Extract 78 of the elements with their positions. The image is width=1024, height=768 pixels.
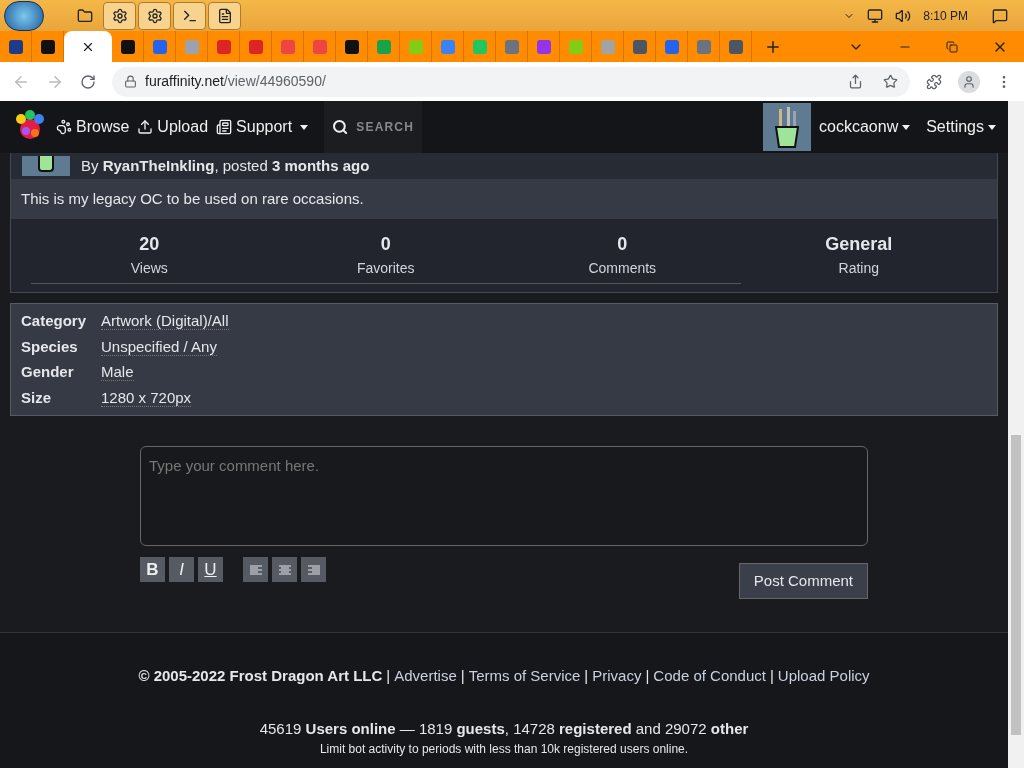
settings-menu[interactable]: Settings [926, 115, 996, 139]
info-value[interactable]: Artwork (Digital)/All [101, 312, 229, 330]
separator: | [645, 667, 650, 684]
align-button[interactable] [243, 557, 268, 582]
footer-link[interactable]: Terms of Service [468, 667, 581, 684]
info-label: Category [21, 311, 88, 331]
align-button[interactable] [272, 557, 297, 582]
stat-label: Views [130, 259, 168, 278]
users-online: 45619 Users online — 1819 guests, 14728 registered and 29072 other [259, 718, 749, 739]
start-button[interactable] [4, 0, 44, 31]
copyright: © 2005-2022 Frost Dragon Art LLC [138, 667, 383, 684]
folder-icon [76, 7, 93, 24]
footer-link[interactable]: Advertise [394, 667, 457, 684]
byline: By RyanTheInkling, posted 3 months ago [81, 155, 370, 176]
stat-label: Favorites [356, 259, 415, 278]
stat-value: 20 [139, 233, 160, 256]
taskbar-app[interactable] [138, 1, 171, 30]
avatar-icon[interactable] [763, 103, 812, 151]
paw-icon [56, 119, 72, 135]
extensions-icon[interactable] [926, 73, 942, 90]
nav-link[interactable]: Upload [137, 115, 209, 139]
bold-button[interactable]: B [140, 557, 165, 582]
reload-icon[interactable] [80, 73, 96, 90]
gear-icon [111, 7, 128, 24]
search-icon [332, 117, 349, 137]
network-icon[interactable] [867, 7, 884, 24]
nav-link[interactable]: Support [216, 115, 309, 139]
stat-value: 0 [617, 233, 628, 256]
artist-avatar-icon[interactable] [22, 156, 70, 176]
profile-icon[interactable] [958, 70, 980, 93]
stat-value: 0 [380, 233, 391, 256]
info-label: Size [21, 387, 52, 408]
align-icon [306, 564, 321, 575]
footer-link[interactable]: Upload Policy [777, 667, 870, 684]
lock-icon [124, 75, 137, 88]
separator: | [460, 667, 465, 684]
bookmark-star-icon[interactable] [883, 74, 898, 89]
newspaper-icon [216, 119, 233, 135]
footer-link[interactable]: Code of Conduct [653, 667, 766, 684]
notifications-icon[interactable] [992, 7, 1008, 24]
caret-icon [988, 124, 996, 130]
search-field[interactable]: SEARCH [324, 101, 423, 153]
nav-link[interactable]: Browse [56, 115, 130, 139]
restore-icon[interactable] [946, 40, 958, 53]
upload-icon [137, 119, 154, 135]
align-icon [277, 564, 292, 575]
address-bar[interactable]: furaffinity.net/view/44960590/ [112, 66, 910, 97]
separator: | [584, 667, 589, 684]
taskbar-app[interactable] [208, 1, 241, 30]
url-text: furaffinity.net/view/44960590/ [145, 72, 326, 91]
stat-label: Rating [838, 259, 879, 278]
post-comment-button[interactable]: Post Comment [738, 563, 868, 599]
info-value[interactable]: Unspecified / Any [101, 337, 217, 356]
user-menu[interactable]: cockcaonw [819, 115, 911, 139]
document-icon [216, 7, 233, 24]
caret-icon [902, 124, 911, 130]
stat-value: General [825, 233, 893, 256]
clock[interactable]: 8:10 PM [923, 6, 968, 25]
align-icon [248, 564, 263, 575]
underline-button[interactable]: U [198, 557, 223, 582]
share-icon[interactable] [848, 74, 863, 89]
gear-icon [146, 7, 163, 24]
description: This is my legacy OC to be used on rare occasions. [11, 179, 997, 219]
info-value[interactable]: Male [101, 363, 134, 381]
info-label: Species [21, 336, 79, 357]
info-value[interactable]: 1280 x 720px [101, 388, 192, 407]
separator: | [386, 667, 391, 684]
italic-button[interactable]: I [169, 557, 194, 582]
taskbar-app[interactable] [103, 1, 136, 30]
volume-icon[interactable] [895, 7, 912, 24]
stat-label: Comments [588, 259, 657, 278]
scrollbar[interactable] [1008, 101, 1024, 768]
bot-notice: Limit bot activity to periods with less than 10k registered users online. [319, 741, 689, 758]
separator: | [769, 667, 774, 684]
align-button[interactable] [301, 557, 326, 582]
comment-field[interactable]: Type your comment here. [140, 446, 868, 546]
info-label: Gender [21, 362, 75, 382]
footer-link[interactable]: Privacy [592, 667, 642, 684]
